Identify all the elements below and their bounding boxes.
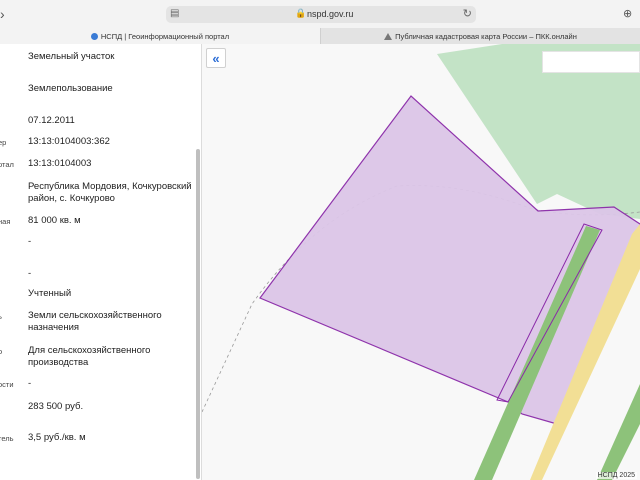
area-value: 81 000 кв. м (28, 215, 81, 226)
address-value: Республика Мордовия, Кочкуровский район,… (28, 181, 192, 204)
address-bar[interactable]: ▤ 🔒 nspd.gov.ru ↻ (166, 6, 476, 23)
map-svg (202, 44, 640, 480)
tab-label: Публичная кадастровая карта России – ПКК… (395, 31, 577, 41)
collapse-panel-button[interactable]: « (206, 48, 226, 68)
permitted-use-value: Для сельскохозяйственного производства (28, 345, 151, 368)
info-value: - (28, 378, 32, 389)
info-label: тель (0, 434, 14, 443)
cadastral-quarter[interactable]: 13:13:0104003 (28, 158, 193, 170)
lock-icon: 🔒 (295, 8, 307, 18)
info-label: ртал (0, 160, 14, 169)
tab-bar: НСПД | Геоинформационный портал Публична… (0, 28, 640, 44)
tab-overview-icon[interactable]: ▤ (170, 8, 179, 19)
tab-label: НСПД | Геоинформационный портал (100, 31, 230, 41)
info-value: 07.12.2011 (28, 115, 75, 126)
map-canvas[interactable]: « НСПД 2025 (202, 44, 640, 480)
land-category-value: Земли сельскохозяйственного назначения (28, 310, 162, 333)
browser-toolbar: › ▤ 🔒 nspd.gov.ru ↻ ⊕ (0, 0, 640, 28)
info-value: - (28, 236, 32, 247)
info-label: о (0, 347, 2, 356)
info-label: ная (0, 217, 11, 226)
parcel-info-panel: Земельный участок Землепользование 07.12… (0, 44, 202, 480)
info-label: ь (0, 312, 2, 321)
map-search-box[interactable] (542, 51, 640, 73)
info-label: ости (0, 380, 14, 389)
cadastral-number[interactable]: 13:13:0104003:362 (28, 136, 193, 148)
info-value: Земельный участок (28, 51, 115, 62)
status-value: Учтенный (28, 288, 72, 299)
info-value: Землепользование (28, 83, 113, 94)
tab-nspd[interactable]: НСПД | Геоинформационный портал (0, 28, 320, 44)
back-chevron-icon[interactable]: › (0, 6, 5, 22)
cadastral-value: 283 500 руб. (28, 401, 84, 412)
warning-favicon-icon (384, 32, 393, 40)
download-icon[interactable]: ⊕ (623, 7, 632, 20)
panel-scrollbar[interactable] (196, 149, 200, 479)
info-value: - (28, 268, 32, 279)
map-attribution: НСПД 2025 (595, 472, 637, 479)
tab-pkk[interactable]: Публичная кадастровая карта России – ПКК… (320, 28, 640, 44)
road-green-right (597, 384, 640, 480)
reload-icon[interactable]: ↻ (463, 7, 472, 20)
url-text: nspd.gov.ru (307, 9, 354, 19)
nspd-favicon-icon (90, 32, 98, 40)
specific-value: 3,5 руб./кв. м (28, 432, 86, 443)
info-label: ер (0, 138, 7, 147)
